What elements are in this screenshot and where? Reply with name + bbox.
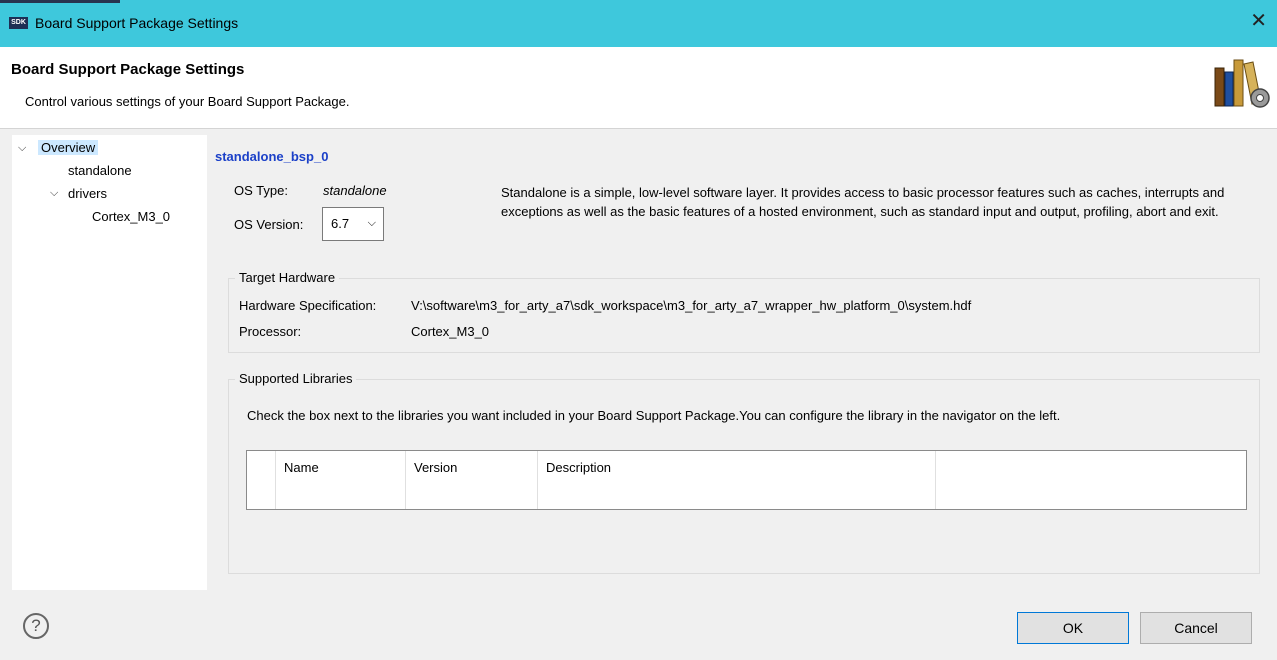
column-divider xyxy=(275,451,276,509)
group-title: Supported Libraries xyxy=(235,371,357,386)
os-version-value: 6.7 xyxy=(331,216,350,231)
overview-panel: standalone_bsp_0 OS Type: standalone OS … xyxy=(214,135,1274,590)
tree-item-label: Overview xyxy=(38,140,99,155)
window-titlebar: SDK Board Support Package Settings ✕ xyxy=(0,0,1277,47)
close-icon[interactable]: ✕ xyxy=(1250,11,1267,31)
column-header-label: Description xyxy=(546,460,612,475)
sdk-app-icon: SDK xyxy=(9,17,28,29)
target-hardware-group: Target Hardware Hardware Specification: … xyxy=(228,270,1260,353)
os-version-label: OS Version: xyxy=(234,217,304,232)
chevron-down-icon: ⌵ xyxy=(367,217,376,229)
column-header-label: Name xyxy=(284,460,319,475)
column-header-label: Version xyxy=(414,460,458,475)
libraries-table[interactable]: Name Version Description xyxy=(246,450,1247,510)
column-divider xyxy=(935,451,936,509)
processor-label: Processor: xyxy=(239,324,302,339)
cancel-button[interactable]: Cancel xyxy=(1140,612,1252,644)
tree-item-label: Cortex_M3_0 xyxy=(92,209,171,224)
os-description: Standalone is a simple, low-level softwa… xyxy=(501,185,1225,219)
group-title: Target Hardware xyxy=(235,270,340,285)
chevron-down-icon[interactable]: ⌵ xyxy=(18,142,26,155)
bsp-navigator-tree: ⌵ Overview standalone ⌵ drivers Cortex_M… xyxy=(12,135,207,590)
hw-spec-value: V:\software\m3_for_arty_a7\sdk_workspace… xyxy=(411,298,972,313)
help-icon[interactable]: ? xyxy=(23,613,49,639)
supported-libraries-group: Supported Libraries Check the box next t… xyxy=(228,371,1260,574)
window-title: Board Support Package Settings xyxy=(35,15,239,31)
tree-item-label: standalone xyxy=(68,163,132,178)
tree-item-drivers[interactable]: drivers xyxy=(68,186,107,201)
tree-item-label: drivers xyxy=(68,186,108,201)
libraries-description: Check the box next to the libraries you … xyxy=(247,408,1061,423)
tree-item-standalone[interactable]: standalone xyxy=(68,163,132,178)
os-version-select[interactable]: 6.7 ⌵ xyxy=(322,207,384,241)
header-description: Control various settings of your Board S… xyxy=(25,94,350,109)
processor-value: Cortex_M3_0 xyxy=(411,324,490,339)
ok-button[interactable]: OK xyxy=(1017,612,1129,644)
os-type-value: standalone xyxy=(323,183,387,198)
dialog-header: Board Support Package Settings Control v… xyxy=(0,47,1277,129)
hw-spec-label: Hardware Specification: xyxy=(239,298,377,313)
tree-item-cortex-m3-0[interactable]: Cortex_M3_0 xyxy=(92,209,170,224)
os-type-label: OS Type: xyxy=(234,183,288,198)
books-gear-icon xyxy=(1214,59,1270,108)
chevron-down-icon[interactable]: ⌵ xyxy=(50,187,58,200)
column-divider xyxy=(405,451,406,509)
tree-item-overview[interactable]: Overview xyxy=(38,140,99,155)
titlebar-accent-line xyxy=(0,0,120,3)
bsp-name-heading: standalone_bsp_0 xyxy=(215,149,329,164)
column-divider xyxy=(537,451,538,509)
header-title: Board Support Package Settings xyxy=(11,61,245,78)
